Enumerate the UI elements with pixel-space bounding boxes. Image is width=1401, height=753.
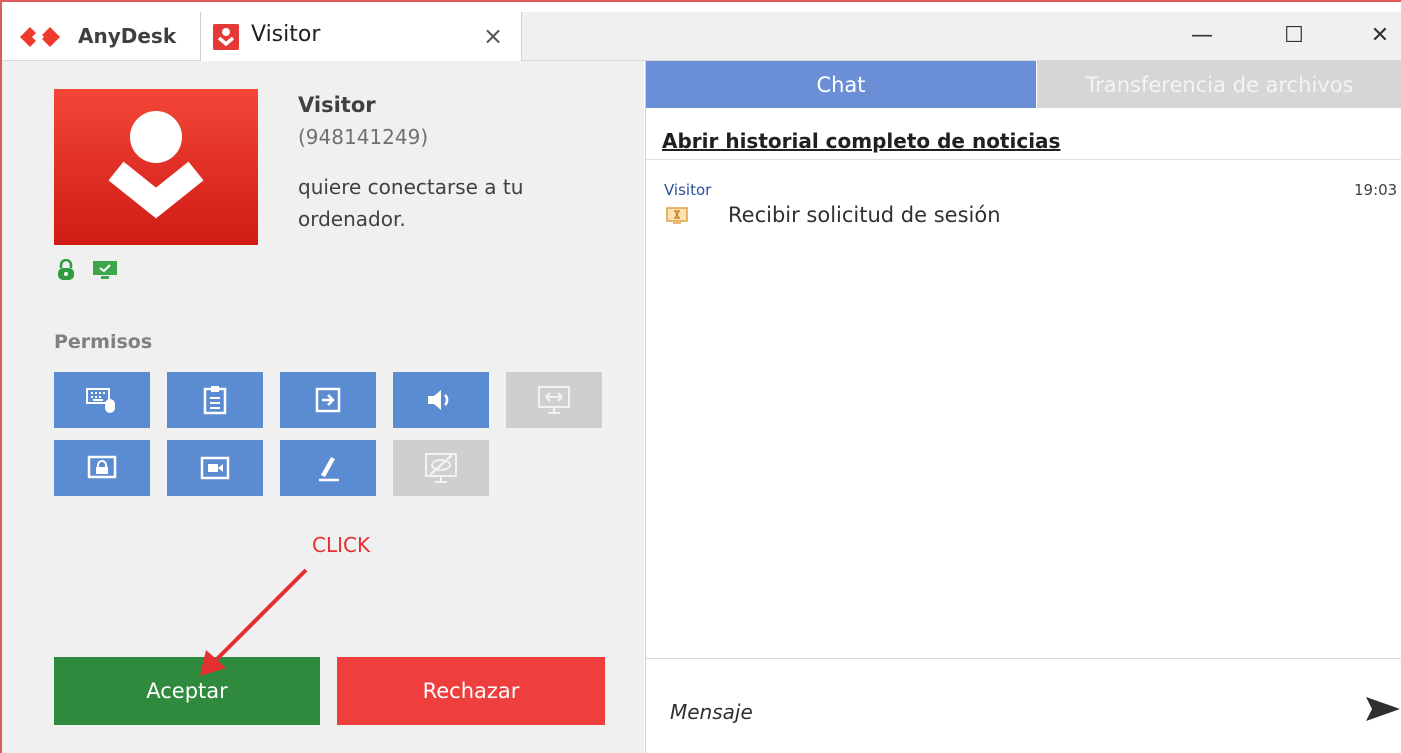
control-monitor-icon <box>538 386 570 414</box>
message-time: 19:03 <box>1354 181 1398 199</box>
record-video-icon <box>200 456 230 480</box>
visitor-name: Visitor <box>298 93 376 117</box>
permission-keyboard-mouse-button[interactable] <box>54 372 150 428</box>
app-tab[interactable]: AnyDesk <box>2 12 198 60</box>
permission-privacy-button[interactable] <box>393 440 489 496</box>
tab-file-transfer[interactable]: Transferencia de archivos <box>1037 61 1401 108</box>
close-button[interactable]: ✕ <box>1360 18 1400 54</box>
request-panel: Visitor (948141249) quiere conectarse a … <box>2 61 644 753</box>
tab-chat[interactable]: Chat <box>646 61 1036 108</box>
send-icon[interactable] <box>1364 693 1401 725</box>
tab-close-icon[interactable]: × <box>483 22 503 50</box>
tab-session-visitor[interactable]: Visitor × <box>200 12 522 61</box>
chat-panel: Chat Transferencia de archivos Abrir his… <box>645 61 1401 753</box>
divider <box>646 159 1401 160</box>
anydesk-request-icon <box>213 24 239 50</box>
title-bar: AnyDesk Visitor × — ☐ ✕ <box>2 12 1401 61</box>
permission-clipboard-button[interactable] <box>167 372 263 428</box>
clipboard-icon <box>203 386 227 415</box>
minimize-button[interactable]: — <box>1182 18 1222 54</box>
permission-control-button[interactable] <box>506 372 602 428</box>
session-request-icon <box>666 207 688 224</box>
session-tab-title: Visitor <box>251 22 321 47</box>
permissions-title: Permisos <box>54 331 153 353</box>
lock-screen-icon <box>87 455 117 479</box>
privacy-eye-icon <box>425 453 457 483</box>
reject-button[interactable]: Rechazar <box>337 657 605 725</box>
message-sender: Visitor <box>664 181 712 199</box>
permission-record-button[interactable] <box>167 440 263 496</box>
file-transfer-icon <box>315 387 341 413</box>
app-name: AnyDesk <box>78 24 177 48</box>
permission-file-transfer-button[interactable] <box>280 372 376 428</box>
tab-bar-filler <box>522 12 1401 60</box>
pen-icon <box>319 457 339 482</box>
maximize-button[interactable]: ☐ <box>1274 18 1314 54</box>
visitor-avatar <box>54 89 258 245</box>
open-history-link[interactable]: Abrir historial completo de noticias <box>662 129 1060 153</box>
speaker-icon <box>428 390 449 410</box>
anydesk-logo-icon <box>20 27 60 47</box>
visitor-id: (948141249) <box>298 125 429 149</box>
lock-icon <box>58 259 74 280</box>
message-input[interactable] <box>668 699 1312 725</box>
permission-lock-screen-button[interactable] <box>54 440 150 496</box>
permission-audio-button[interactable] <box>393 372 489 428</box>
monitor-check-icon <box>93 261 117 279</box>
message-text: Recibir solicitud de sesión <box>728 203 1001 227</box>
click-annotation-label: CLICK <box>312 533 371 557</box>
permission-draw-button[interactable] <box>280 440 376 496</box>
request-message: quiere conectarse a tu ordenador. <box>298 175 524 231</box>
keyboard-mouse-icon <box>86 388 115 413</box>
divider <box>646 658 1401 659</box>
accept-button[interactable]: Aceptar <box>54 657 320 725</box>
